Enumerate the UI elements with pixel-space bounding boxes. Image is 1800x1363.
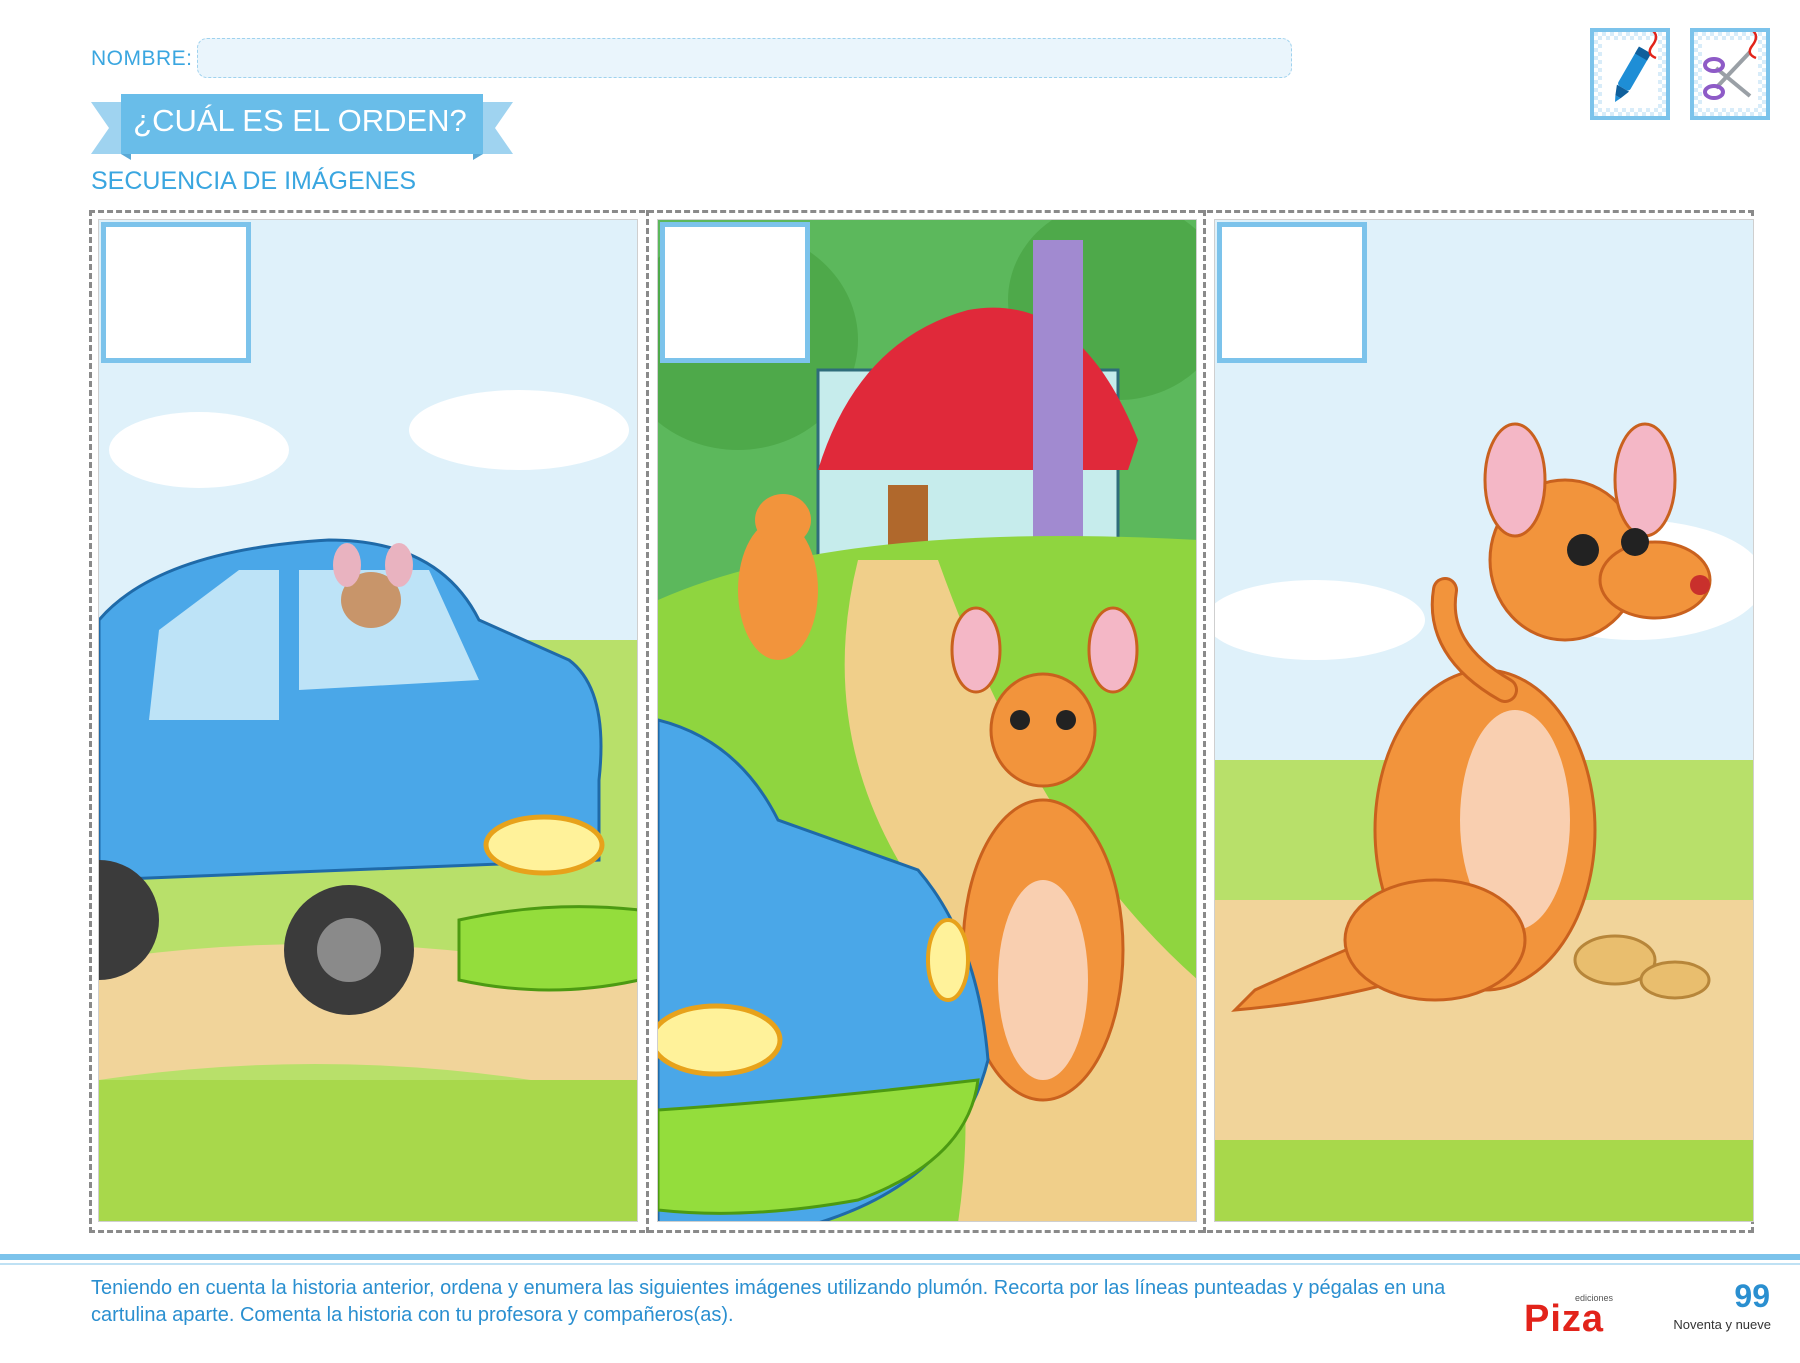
- marker-icon: [1594, 32, 1666, 116]
- scene-panel-2[interactable]: [657, 219, 1197, 1222]
- footer-rule-thin: [0, 1263, 1800, 1265]
- page-title: ¿CUÁL ES EL ORDEN?: [133, 103, 467, 138]
- page-number: 99: [1734, 1278, 1770, 1314]
- page-number-words: Noventa y nueve: [1673, 1317, 1771, 1332]
- scissors-tool: [1690, 28, 1770, 120]
- house-scene-illustration: [658, 220, 1196, 1221]
- car-scene-illustration: [99, 220, 637, 1221]
- scene-panel-1[interactable]: [98, 219, 638, 1222]
- order-number-box-3[interactable]: [1217, 222, 1367, 363]
- order-number-box-2[interactable]: [660, 222, 810, 363]
- publisher-logo: Piza: [1524, 1298, 1605, 1340]
- name-field[interactable]: [197, 38, 1292, 78]
- name-label: NOMBRE:: [91, 47, 193, 70]
- kangaroo-scene-illustration: [1215, 220, 1753, 1221]
- scissors-icon: [1694, 32, 1766, 116]
- footer-rule: [0, 1254, 1800, 1260]
- marker-tool: [1590, 28, 1670, 120]
- scene-panel-3[interactable]: [1214, 219, 1754, 1222]
- instructions-text: Teniendo en cuenta la historia anterior,…: [91, 1277, 1446, 1326]
- page-subtitle: SECUENCIA DE IMÁGENES: [91, 167, 417, 195]
- order-number-box-1[interactable]: [101, 222, 251, 363]
- cut-line-1: [646, 210, 649, 1233]
- cut-line-2: [1203, 210, 1206, 1233]
